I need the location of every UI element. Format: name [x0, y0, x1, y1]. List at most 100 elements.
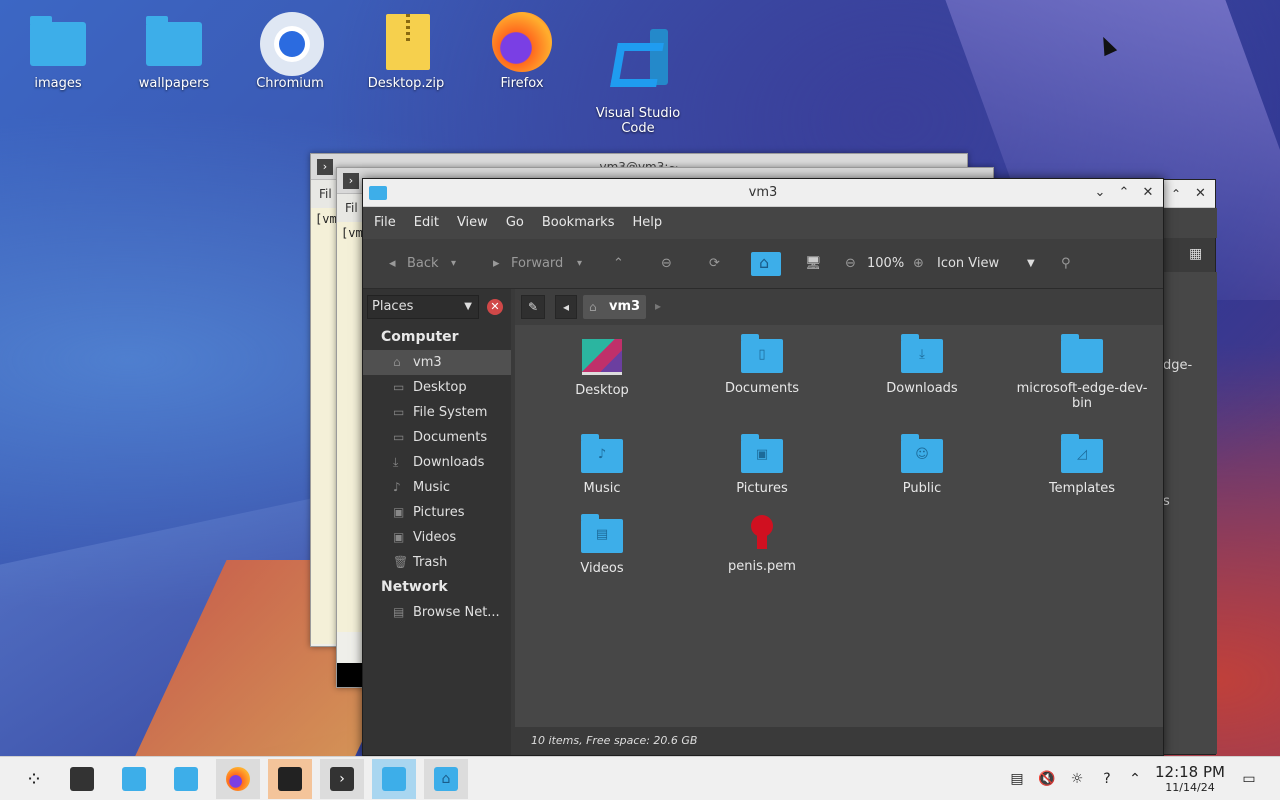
file-item-pictures[interactable]: ▣ Pictures: [687, 434, 837, 496]
help-icon[interactable]: ?: [1094, 757, 1120, 800]
documents-folder-icon: ▯: [741, 334, 783, 373]
sidebar-item-vm3[interactable]: ⌂ vm3: [363, 350, 511, 375]
desktop-icon-firefox[interactable]: Firefox: [472, 4, 572, 91]
file-item-desktop[interactable]: Desktop: [527, 339, 677, 398]
file-item-music[interactable]: ♪ Music: [527, 434, 677, 496]
launcher-icon: ⁘: [25, 767, 43, 791]
file-item-public[interactable]: ☺ Public: [847, 434, 997, 496]
taskbar-store-button[interactable]: [112, 759, 156, 799]
file-item-documents[interactable]: ▯ Documents: [687, 334, 837, 396]
close-icon[interactable]: ✕: [1137, 179, 1159, 207]
grid-view-icon[interactable]: ▦: [1189, 246, 1202, 262]
search-icon[interactable]: ⚲: [1061, 239, 1071, 289]
back-dropdown-icon[interactable]: ▾: [451, 239, 456, 289]
sidebar-item-downloads[interactable]: ⤓ Downloads: [363, 450, 511, 475]
desktop-icon-vscode[interactable]: Visual Studio Code: [588, 4, 688, 151]
minimize-icon[interactable]: ⌄: [1089, 179, 1111, 207]
computer-icon[interactable]: 🖥: [805, 239, 822, 289]
forward-button[interactable]: Forward: [511, 239, 563, 289]
file-item-downloads[interactable]: ⤓ Downloads: [847, 334, 997, 396]
sidebar-item-pictures[interactable]: ▣ Pictures: [363, 500, 511, 525]
show-desktop-icon[interactable]: ▭: [1236, 757, 1262, 800]
home-icon: ⌂: [589, 300, 597, 314]
path-left-arrow-icon[interactable]: ◂: [555, 295, 577, 319]
sidebar-item-desktop[interactable]: ▭ Desktop: [363, 375, 511, 400]
volume-muted-icon[interactable]: 🔇: [1034, 757, 1060, 800]
sidebar-item-label: Browse Net...: [413, 605, 500, 620]
sidebar-item-label: Music: [413, 480, 450, 495]
sidebar-item-label: File System: [413, 405, 488, 420]
chevron-down-icon[interactable]: ▼: [1027, 239, 1035, 289]
toolbar: ◂ Back ▾ ▸ Forward ▾ ⌃ ⊖ ⟳ 🖥 ⊖ 100% ⊕ Ic…: [363, 239, 1163, 289]
terminal-app-icon: ›: [343, 173, 359, 189]
sidebar-item-videos[interactable]: ▣ Videos: [363, 525, 511, 550]
sidebar-item-file-system[interactable]: ▭ File System: [363, 400, 511, 425]
desktop-icon-images[interactable]: images: [8, 4, 108, 91]
brightness-icon[interactable]: ☼: [1064, 757, 1090, 800]
view-mode-select[interactable]: Icon View: [937, 239, 999, 289]
sidebar-item-browse-network[interactable]: ▤ Browse Net...: [363, 600, 511, 625]
taskbar-filemanager-button-2[interactable]: ⌂: [424, 759, 468, 799]
file-item-label: Desktop: [575, 383, 629, 398]
reload-icon[interactable]: ⟳: [709, 239, 720, 289]
file-item-templates[interactable]: ◿ Templates: [1007, 434, 1157, 496]
close-sidebar-icon[interactable]: ✕: [487, 299, 503, 315]
path-bar: ✎ ◂ vm3 ⌂ ▸: [515, 289, 1163, 325]
zoom-in-icon[interactable]: ⊕: [913, 239, 924, 289]
window-titlebar[interactable]: ⌃ ✕: [1161, 180, 1215, 208]
home-icon[interactable]: [751, 250, 781, 276]
close-icon[interactable]: ✕: [1195, 180, 1206, 208]
sidebar-item-music[interactable]: ♪ Music: [363, 475, 511, 500]
desktop-icon-wallpapers[interactable]: wallpapers: [124, 4, 224, 91]
up-icon[interactable]: ⌃: [613, 239, 624, 289]
chevron-down-icon: ▼: [464, 301, 472, 312]
desktop-icon-label: Visual Studio Code: [595, 106, 681, 136]
clipboard-icon[interactable]: ▤: [1004, 757, 1030, 800]
filemanager-window-back[interactable]: ⌃ ✕ ▦ dge- s: [1160, 179, 1217, 755]
taskbar-firefox-button[interactable]: [216, 759, 260, 799]
menu-go[interactable]: Go: [497, 207, 533, 239]
places-select[interactable]: Places ▼: [367, 295, 479, 319]
window-titlebar[interactable]: vm3 ⌄ ⌃ ✕: [363, 179, 1163, 207]
taskbar-filemanager-button-1[interactable]: [372, 759, 416, 799]
desktop-folder-icon: [582, 339, 622, 375]
forward-arrow-icon: ▸: [493, 256, 500, 271]
sidebar-item-label: Desktop: [413, 380, 467, 395]
menu-view[interactable]: View: [448, 207, 497, 239]
file-item-microsoft-edge-dev-bin[interactable]: microsoft-edge-dev-bin: [1007, 334, 1157, 411]
firefox-icon: [492, 12, 552, 72]
menu-edit[interactable]: Edit: [405, 207, 448, 239]
zoom-out-icon[interactable]: ⊖: [845, 239, 856, 289]
filemanager-window[interactable]: vm3 ⌄ ⌃ ✕ File Edit View Go Bookmarks He…: [362, 178, 1164, 756]
maximize-icon[interactable]: ⌃: [1113, 179, 1135, 207]
clock-time[interactable]: 12:18 PM: [1150, 763, 1230, 781]
file-item-label: Templates: [1048, 481, 1116, 496]
taskbar-settings-button[interactable]: [60, 759, 104, 799]
menu-help[interactable]: Help: [623, 207, 671, 239]
terminal-app-icon: ›: [317, 159, 333, 175]
app-launcher-button[interactable]: ⁘: [12, 759, 56, 799]
taskbar-terminal-button-2[interactable]: ›: [320, 759, 364, 799]
stop-icon[interactable]: ⊖: [661, 239, 672, 289]
forward-dropdown-icon[interactable]: ▾: [577, 239, 582, 289]
file-item-penis-pem[interactable]: penis.pem: [687, 515, 837, 574]
path-right-arrow-icon[interactable]: ▸: [649, 295, 667, 319]
file-item-label: Public: [902, 481, 942, 496]
clock-date[interactable]: 11/14/24: [1150, 781, 1230, 794]
sidebar-item-trash[interactable]: 🗑 Trash: [363, 550, 511, 575]
desktop-icon-chromium[interactable]: Chromium: [240, 4, 340, 91]
maximize-icon[interactable]: ⌃: [1171, 180, 1181, 208]
taskbar-terminal-button-1[interactable]: [268, 759, 312, 799]
drive-icon: ▭: [393, 405, 405, 419]
menu-bookmarks[interactable]: Bookmarks: [533, 207, 624, 239]
file-item-videos[interactable]: ▤ Videos: [527, 514, 677, 576]
content-area: [1161, 272, 1217, 754]
desktop-icon-desktop-zip[interactable]: Desktop.zip: [356, 4, 456, 91]
taskbar-files-button[interactable]: [164, 759, 208, 799]
edit-path-icon[interactable]: ✎: [521, 295, 545, 319]
sidebar-item-documents[interactable]: ▭ Documents: [363, 425, 511, 450]
chevron-up-icon[interactable]: ⌃: [1122, 757, 1148, 800]
back-button[interactable]: Back: [407, 239, 439, 289]
desktop-icon-label: Desktop.zip: [367, 76, 445, 91]
menu-file[interactable]: File: [365, 207, 405, 239]
